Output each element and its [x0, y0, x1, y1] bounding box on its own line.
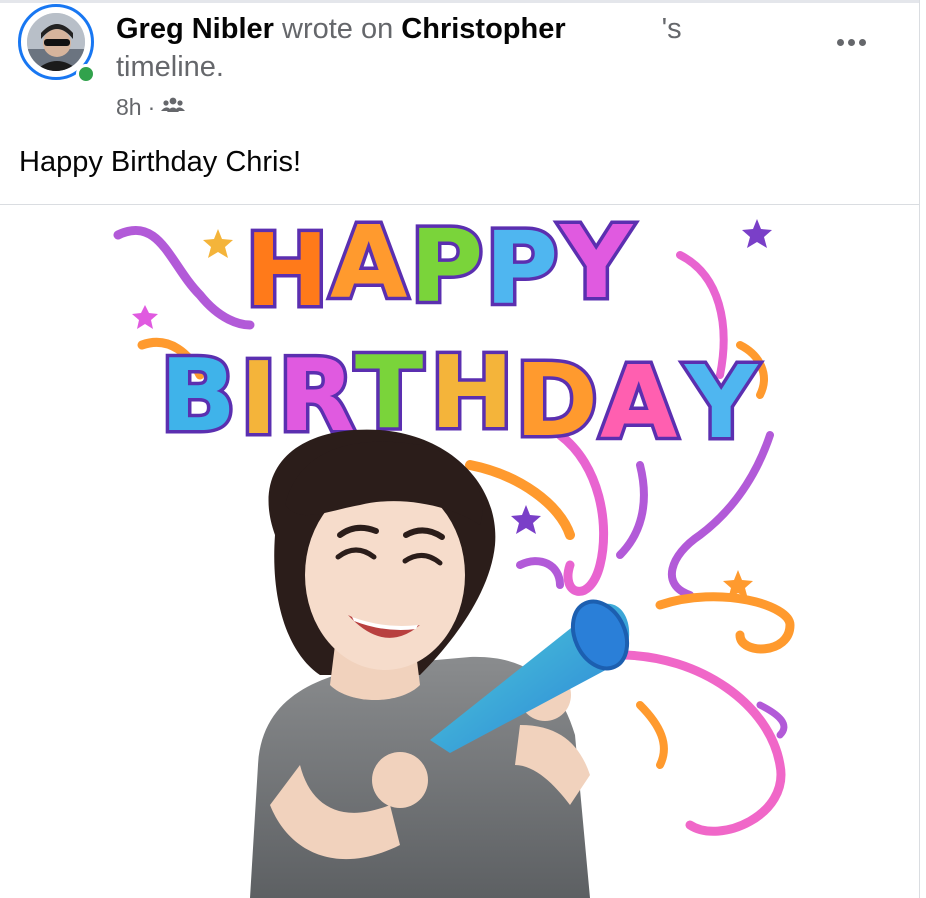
more-options-button[interactable]: [826, 26, 876, 58]
timeline-text: timeline.: [116, 51, 224, 83]
author-name-link[interactable]: Greg Nibler: [116, 13, 274, 45]
avatar-photo: [27, 13, 85, 71]
svg-text:Y: Y: [559, 205, 634, 321]
wrote-on-text: wrote on: [282, 13, 394, 45]
birthday-sticker-image[interactable]: H A P P Y B I R T H D A Y: [0, 205, 919, 898]
post-time-link[interactable]: 8h: [116, 92, 142, 122]
meta-separator: ·: [147, 94, 156, 120]
post-header: Greg Nibler wrote on Christopher 's timel…: [0, 0, 919, 130]
post-message: Happy Birthday Chris!: [19, 146, 302, 178]
target-name-link[interactable]: Christopher: [401, 13, 565, 45]
svg-text:D: D: [515, 342, 598, 459]
sticker-svg: H A P P Y B I R T H D A Y: [113, 205, 795, 898]
avatar[interactable]: [27, 13, 85, 71]
svg-text:I: I: [240, 340, 277, 457]
svg-text:H: H: [245, 212, 329, 329]
more-options-icon: [836, 38, 844, 46]
svg-text:P: P: [485, 210, 558, 327]
post-meta: 8h ·: [116, 92, 186, 122]
online-status-dot: [76, 64, 96, 84]
svg-text:A: A: [330, 205, 407, 321]
svg-text:Y: Y: [684, 344, 759, 461]
friends-icon[interactable]: [161, 92, 186, 122]
svg-text:B: B: [160, 337, 236, 454]
svg-text:A: A: [600, 344, 677, 461]
svg-text:H: H: [430, 334, 514, 451]
post-card: Greg Nibler wrote on Christopher 's timel…: [0, 0, 920, 898]
post-title-line: Greg Nibler wrote on Christopher 's: [116, 10, 816, 48]
svg-text:P: P: [410, 208, 483, 325]
possessive-text: 's: [661, 13, 682, 45]
